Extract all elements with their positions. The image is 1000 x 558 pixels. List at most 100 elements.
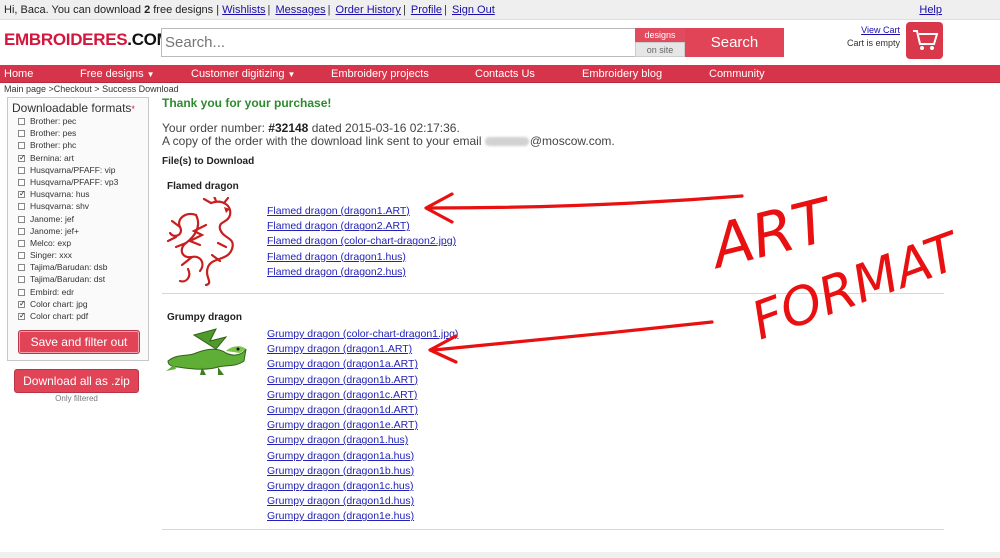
list-item: Grumpy dragon (dragon1e.ART) — [267, 418, 458, 433]
view-cart-link[interactable]: View Cart — [861, 25, 900, 35]
red-dragon-thumbnail[interactable] — [166, 197, 240, 289]
annotation-art-text: ART — [701, 185, 842, 284]
format-option[interactable]: Husqvarna/PFAFF: vip — [18, 164, 118, 176]
format-option[interactable]: Melco: exp — [18, 237, 118, 249]
cart-button[interactable] — [906, 22, 943, 59]
search-input[interactable] — [161, 28, 636, 57]
file-download-link[interactable]: Grumpy dragon (dragon1a.hus) — [267, 450, 414, 462]
list-item: Grumpy dragon (dragon1c.ART) — [267, 388, 458, 403]
format-checkbox[interactable] — [18, 227, 25, 235]
nav-embroidery-projects[interactable]: Embroidery projects — [331, 65, 429, 83]
format-label: Tajima/Barudan: dsb — [30, 262, 108, 273]
files-heading: File(s) to Download — [162, 156, 255, 167]
format-option[interactable]: Brother: phc — [18, 139, 118, 151]
format-checkbox[interactable] — [18, 310, 26, 322]
file-download-link[interactable]: Grumpy dragon (dragon1d.hus) — [267, 495, 414, 507]
format-checkbox[interactable] — [18, 152, 26, 164]
format-checkbox[interactable] — [18, 288, 25, 296]
order-history-link[interactable]: Order History — [336, 4, 401, 16]
green-dragon-thumbnail[interactable] — [166, 327, 248, 377]
file-download-link[interactable]: Grumpy dragon (dragon1d.ART) — [267, 404, 418, 416]
list-item: Grumpy dragon (dragon1a.ART) — [267, 357, 458, 372]
format-checkbox[interactable] — [18, 166, 25, 174]
format-option[interactable]: Color chart: jpg — [18, 298, 118, 310]
format-option[interactable]: Tajima/Barudan: dsb — [18, 261, 118, 273]
nav-free-designs[interactable]: Free designs ▼ — [80, 65, 155, 83]
format-option[interactable]: Embird: edr — [18, 286, 118, 298]
format-checkbox[interactable] — [18, 178, 25, 186]
format-option[interactable]: Husqvarna: hus — [18, 188, 118, 200]
nav-community[interactable]: Community — [709, 65, 765, 83]
format-label: Janome: jef+ — [30, 225, 79, 236]
format-option[interactable]: Bernina: art — [18, 152, 118, 164]
site-logo[interactable]: EMBROIDERES.COM — [4, 30, 171, 50]
list-item: Grumpy dragon (dragon1c.hus) — [267, 479, 458, 494]
file-download-link[interactable]: Flamed dragon (dragon2.ART) — [267, 220, 410, 232]
file-download-link[interactable]: Grumpy dragon (dragon1b.hus) — [267, 465, 414, 477]
thank-you-heading: Thank you for your purchase! — [162, 96, 332, 110]
search-button[interactable]: Search — [685, 28, 784, 57]
format-label: Color chart: pdf — [30, 311, 89, 321]
wishlists-link[interactable]: Wishlists — [222, 4, 265, 16]
format-checkbox[interactable] — [18, 142, 25, 150]
scope-designs[interactable]: designs — [635, 28, 685, 42]
nav-customer-digitizing[interactable]: Customer digitizing ▼ — [191, 65, 295, 83]
format-option[interactable]: Color chart: pdf — [18, 310, 118, 322]
format-option[interactable]: Janome: jef+ — [18, 225, 118, 237]
format-option[interactable]: Tajima/Barudan: dst — [18, 273, 118, 285]
format-option[interactable]: Brother: pec — [18, 115, 118, 127]
main-nav: Home Free designs ▼ Customer digitizing ▼ … — [0, 65, 1000, 83]
messages-link[interactable]: Messages — [275, 4, 325, 16]
list-item: Grumpy dragon (dragon1e.hus) — [267, 509, 458, 524]
file-download-link[interactable]: Flamed dragon (color-chart-dragon2.jpg) — [267, 235, 456, 247]
nav-contacts-us[interactable]: Contacts Us — [475, 65, 535, 83]
search-scope-selector[interactable]: designs on site — [635, 28, 685, 57]
format-label: Melco: exp — [30, 237, 72, 248]
format-option[interactable]: Brother: pes — [18, 127, 118, 139]
format-checkbox[interactable] — [18, 130, 25, 138]
format-checkbox[interactable] — [18, 252, 25, 260]
format-list: Brother: pec Brother: pesBrother: phcBern… — [18, 115, 118, 322]
format-option[interactable]: Husqvarna/PFAFF: vp3 — [18, 176, 118, 188]
format-option[interactable]: Janome: jef — [18, 213, 118, 225]
file-download-link[interactable]: Grumpy dragon (color-chart-dragon1.jpg) — [267, 328, 458, 340]
sign-out-link[interactable]: Sign Out — [452, 4, 495, 16]
format-checkbox[interactable] — [18, 118, 25, 125]
format-label: Husqvarna/PFAFF: vp3 — [30, 176, 119, 187]
profile-link[interactable]: Profile — [411, 4, 442, 16]
greeting-text: Hi, Baca. You can download 2 free design… — [4, 4, 220, 16]
format-option[interactable]: Singer: xxx — [18, 249, 118, 261]
list-item: Flamed dragon (color-chart-dragon2.jpg) — [267, 234, 456, 249]
help-link[interactable]: Help — [919, 0, 942, 20]
file-download-link[interactable]: Grumpy dragon (dragon1.ART) — [267, 343, 412, 355]
format-checkbox[interactable] — [18, 239, 25, 247]
save-filter-button[interactable]: Save and filter out — [18, 330, 140, 354]
file-download-link[interactable]: Flamed dragon (dragon1.hus) — [267, 251, 406, 263]
order-number: #32148 — [268, 121, 309, 135]
group-title-flamed-dragon: Flamed dragon — [167, 181, 239, 192]
zip-note: Only filtered — [55, 394, 98, 403]
scope-on-site[interactable]: on site — [635, 42, 685, 57]
list-item: Flamed dragon (dragon2.ART) — [267, 219, 456, 234]
format-option[interactable]: Husqvarna: shv — [18, 200, 118, 212]
file-download-link[interactable]: Grumpy dragon (dragon1c.ART) — [267, 389, 417, 401]
file-download-link[interactable]: Grumpy dragon (dragon1c.hus) — [267, 480, 414, 492]
file-download-link[interactable]: Flamed dragon (dragon1.ART) — [267, 205, 410, 217]
file-download-link[interactable]: Grumpy dragon (dragon1e.hus) — [267, 510, 414, 522]
file-download-link[interactable]: Grumpy dragon (dragon1a.ART) — [267, 358, 418, 370]
format-checkbox[interactable] — [18, 298, 26, 310]
format-checkbox[interactable] — [18, 203, 25, 211]
file-download-link[interactable]: Flamed dragon (dragon2.hus) — [267, 266, 406, 278]
file-download-link[interactable]: Grumpy dragon (dragon1e.ART) — [267, 419, 418, 431]
file-download-link[interactable]: Grumpy dragon (dragon1.hus) — [267, 434, 408, 446]
format-checkbox[interactable] — [18, 264, 25, 272]
annotation-format-text: FORMAT — [744, 221, 971, 352]
format-checkbox[interactable] — [18, 188, 26, 200]
nav-home[interactable]: Home — [4, 65, 33, 83]
download-zip-button[interactable]: Download all as .zip — [14, 369, 139, 393]
file-download-link[interactable]: Grumpy dragon (dragon1b.ART) — [267, 374, 418, 386]
nav-embroidery-blog[interactable]: Embroidery blog — [582, 65, 662, 83]
format-checkbox[interactable] — [18, 215, 25, 223]
list-item: Grumpy dragon (dragon1.ART) — [267, 342, 458, 357]
format-checkbox[interactable] — [18, 276, 25, 284]
